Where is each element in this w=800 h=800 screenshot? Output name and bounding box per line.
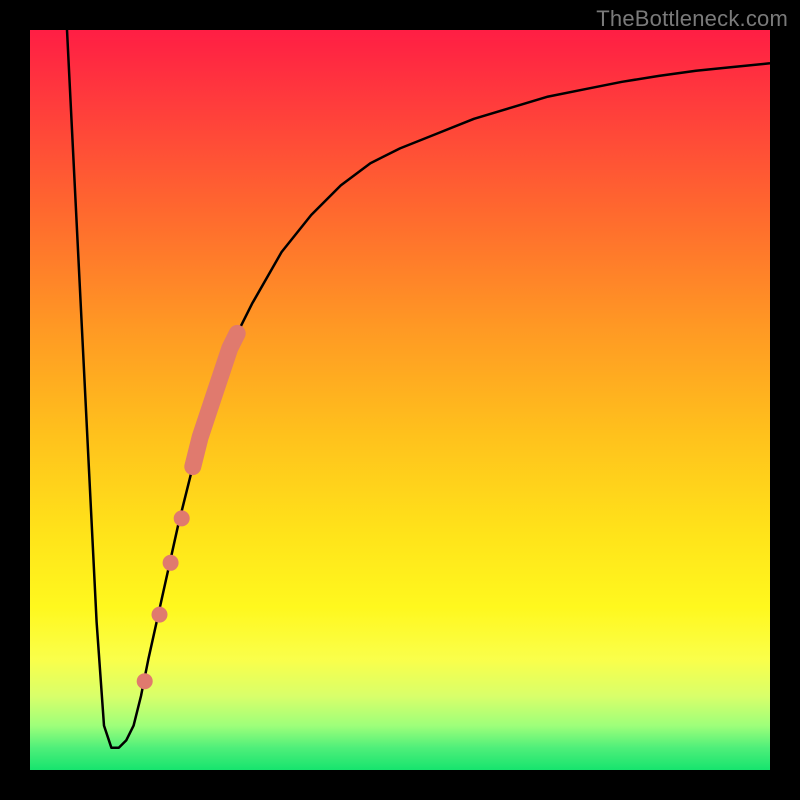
- data-dot-3: [174, 510, 190, 526]
- plot-area: [30, 30, 770, 770]
- data-dot-1: [152, 607, 168, 623]
- highlight-band: [193, 333, 237, 466]
- data-dot-2: [163, 555, 179, 571]
- watermark-text: TheBottleneck.com: [596, 6, 788, 32]
- data-dot-0: [137, 673, 153, 689]
- chart-frame: TheBottleneck.com: [0, 0, 800, 800]
- curve-path: [67, 30, 770, 748]
- data-dots: [137, 510, 190, 689]
- highlight-band-path: [193, 333, 237, 466]
- chart-overlay: [30, 30, 770, 770]
- curve-line: [67, 30, 770, 748]
